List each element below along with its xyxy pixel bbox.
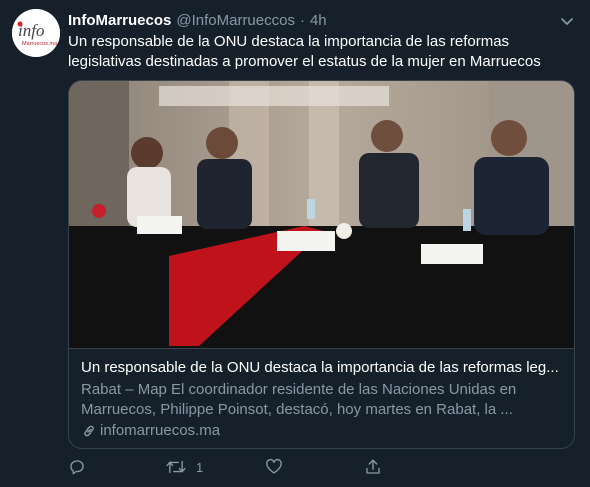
like-button[interactable] <box>265 455 283 479</box>
avatar[interactable]: info Marruecos.ma <box>12 9 60 57</box>
display-name[interactable]: InfoMarruecos <box>68 12 171 29</box>
press-conference-photo <box>69 81 574 348</box>
timestamp[interactable]: 4h <box>310 12 327 29</box>
share-button[interactable] <box>364 455 382 479</box>
reply-button[interactable] <box>68 455 86 479</box>
retweet-count: 1 <box>196 459 204 475</box>
chevron-down-icon <box>561 18 573 25</box>
tweet-text: Un responsable de la ONU destaca la impo… <box>68 33 541 70</box>
svg-text:Marruecos.ma: Marruecos.ma <box>22 41 58 47</box>
card-title: Un responsable de la ONU destaca la impo… <box>81 359 559 376</box>
card-description: Rabat – Map El coordinador residente de … <box>81 381 517 418</box>
link-icon <box>84 425 94 437</box>
separator-dot: · <box>299 11 305 29</box>
user-handle[interactable]: @InfoMarrueccos <box>176 12 295 29</box>
retweet-icon <box>166 460 186 474</box>
reply-icon <box>70 460 84 475</box>
card-domain-text: infomarruecos.ma <box>100 422 221 439</box>
tweet-actions: 1 <box>68 455 388 479</box>
card-meta: Un responsable de la ONU destaca la impo… <box>69 348 574 448</box>
tweet-header: InfoMarruecos @InfoMarrueccos · 4h <box>68 10 327 30</box>
share-icon <box>366 459 380 474</box>
heart-icon <box>266 458 282 474</box>
card-domain: infomarruecos.ma <box>81 421 564 441</box>
card-image <box>69 81 574 348</box>
retweet-button[interactable]: 1 <box>166 455 203 479</box>
avatar-logo: info Marruecos.ma <box>12 9 60 57</box>
link-card[interactable]: Un responsable de la ONU destaca la impo… <box>68 80 575 449</box>
